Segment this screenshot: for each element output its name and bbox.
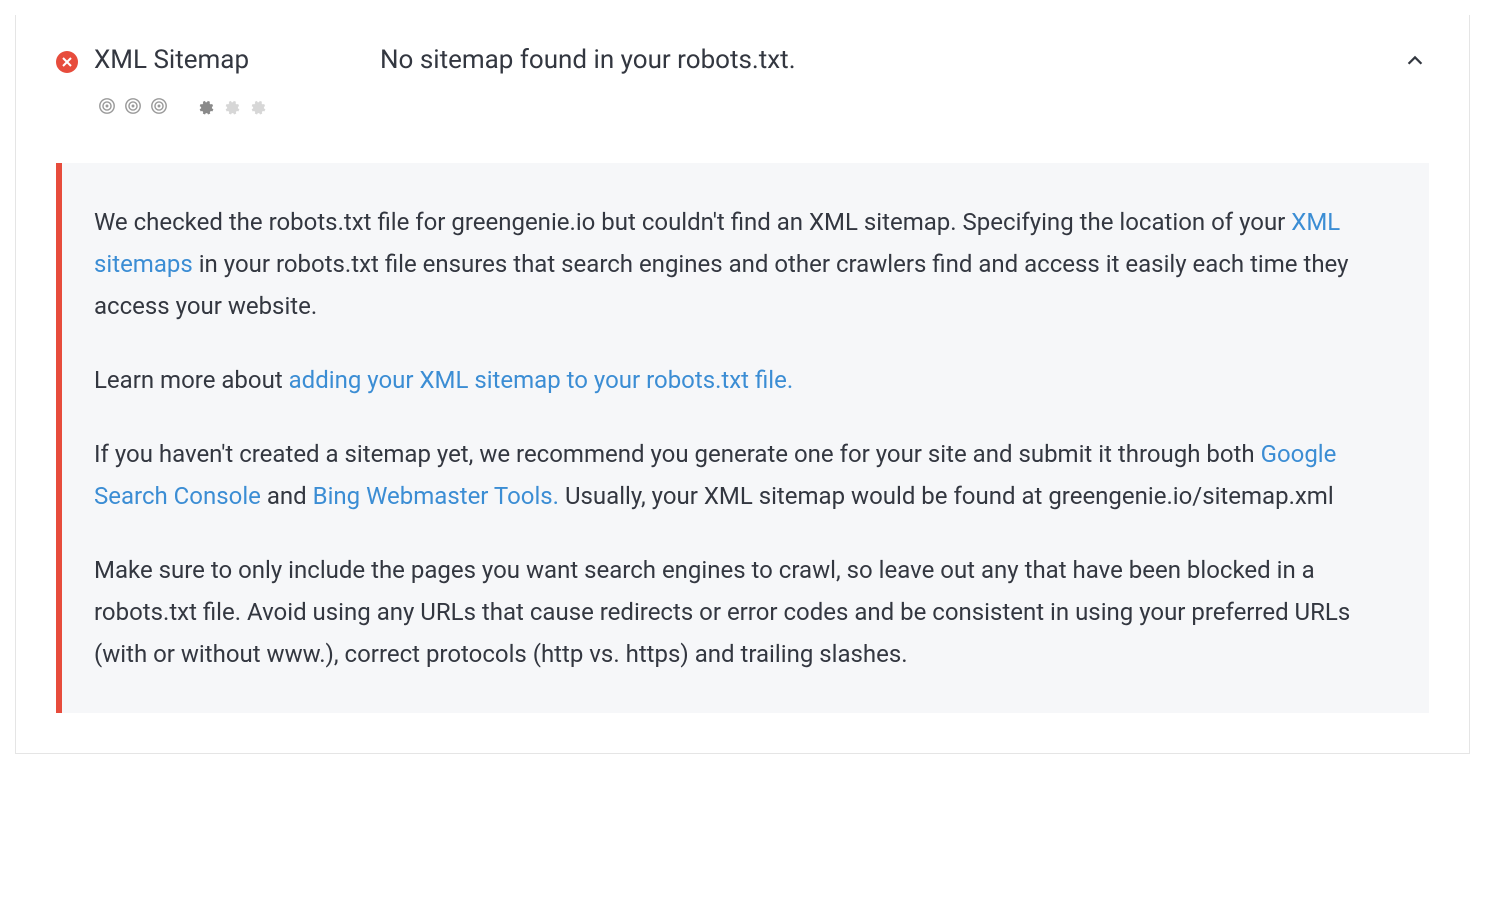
details-paragraph: Learn more about adding your XML sitemap… [94,359,1389,401]
sitemap-audit-card: XML Sitemap No sitemap found in your rob… [15,15,1470,754]
card-title: XML Sitemap [94,45,364,75]
bing-webmaster-tools-link[interactable]: Bing Webmaster Tools. [313,482,559,510]
gear-icon [196,97,214,115]
gear-icon [222,97,240,115]
chevron-up-icon [1404,50,1426,72]
gear-icon [248,97,266,115]
card-summary: No sitemap found in your robots.txt. [380,45,1385,75]
details-text: We checked the robots.txt file for green… [94,208,1291,236]
rating-row [94,97,364,115]
error-icon [56,51,78,73]
details-paragraph: We checked the robots.txt file for green… [94,201,1389,327]
details-text: Usually, your XML sitemap would be found… [559,482,1334,510]
details-text: Learn more about [94,366,289,394]
effort-rating [196,97,266,115]
title-block: XML Sitemap [94,45,364,115]
target-icon [98,97,116,115]
target-icon [150,97,168,115]
target-icon [124,97,142,115]
details-text: in your robots.txt file ensures that sea… [94,250,1348,320]
impact-rating [98,97,168,115]
details-text: and [261,482,313,510]
card-header: XML Sitemap No sitemap found in your rob… [56,45,1429,115]
card-details: We checked the robots.txt file for green… [56,163,1429,713]
learn-more-link[interactable]: adding your XML sitemap to your robots.t… [289,366,794,394]
details-paragraph: If you haven't created a sitemap yet, we… [94,433,1389,517]
details-paragraph: Make sure to only include the pages you … [94,549,1389,675]
details-text: If you haven't created a sitemap yet, we… [94,440,1261,468]
collapse-toggle[interactable] [1401,47,1429,75]
